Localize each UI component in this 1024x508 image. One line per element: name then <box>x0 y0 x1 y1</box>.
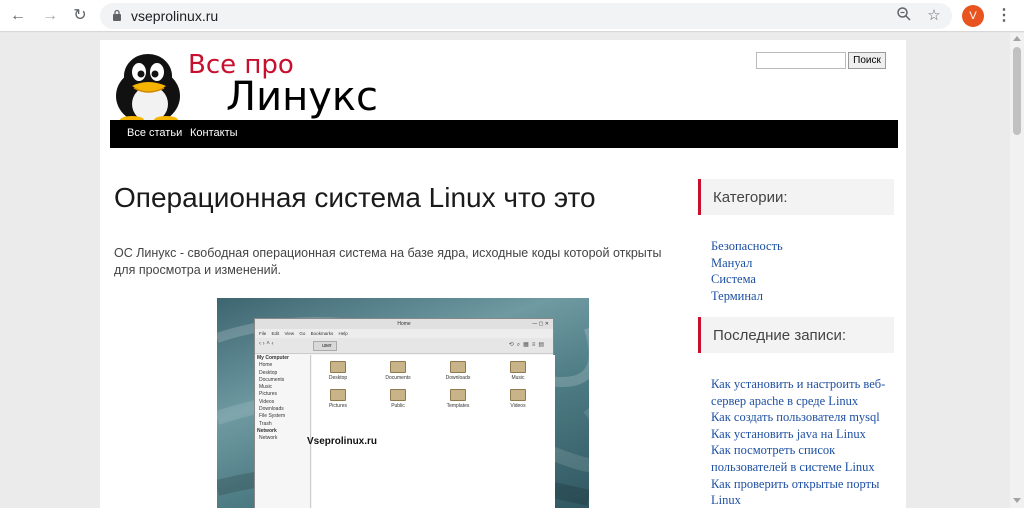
fm-menubar: File Edit View Go Bookmarks Help <box>255 329 553 338</box>
fm-side-item: Downloads <box>259 406 284 413</box>
fm-content: Desktop Documents Downloads Music Pictur… <box>312 355 555 508</box>
fm-side-item: Music <box>259 384 273 391</box>
fm-folder-label: Downloads <box>445 375 471 381</box>
fm-side-item: Network <box>259 435 278 442</box>
search-button[interactable]: Поиск <box>848 52 886 69</box>
post-intro: ОС Линукс - свободная операционная систе… <box>114 246 662 277</box>
fm-side-item: Home <box>259 362 273 369</box>
page-title: Операционная система Linux что это <box>114 182 596 213</box>
fm-view-icons-icon: ⟲⌕▦≡▤ <box>508 342 547 348</box>
browser-toolbar: ← → ↻ vseprolinux.ru ☆ V ⋮ <box>0 0 1024 32</box>
fm-folder-label: Public <box>391 403 405 409</box>
fm-side-item: File System <box>259 413 286 420</box>
fm-folder-item: Documents <box>378 361 418 387</box>
folder-icon <box>330 361 346 373</box>
fm-side-item: Trash <box>259 420 272 427</box>
article-image: Home — ▢ ✕ File Edit View Go Bookmarks H… <box>217 298 589 508</box>
folder-icon <box>450 361 466 373</box>
scrollbar-thumb[interactable] <box>1013 47 1021 135</box>
folder-icon <box>390 361 406 373</box>
fm-side-item: Videos <box>259 398 275 405</box>
category-link-system[interactable]: Система <box>711 271 897 288</box>
fm-folder-label: Templates <box>446 403 470 409</box>
fm-window-title: Home <box>397 321 411 327</box>
back-arrow-icon[interactable]: ← <box>6 4 30 28</box>
recent-posts-list: Как установить и настроить веб-сервер ap… <box>711 376 897 508</box>
vertical-scrollbar[interactable] <box>1010 33 1024 508</box>
recent-post-link[interactable]: Как проверить открытые порты Linux <box>711 476 897 508</box>
url-text: vseprolinux.ru <box>131 8 219 24</box>
fm-side-item: Pictures <box>259 391 278 398</box>
scroll-up-arrow-icon[interactable] <box>1013 36 1021 41</box>
fm-toolbar: ‹ › ˄ ‹ user ⟲⌕▦≡▤ <box>255 338 553 354</box>
category-link-manual[interactable]: Мануал <box>711 255 897 272</box>
recent-post-link[interactable]: Как создать пользователя mysql <box>711 409 897 426</box>
forward-arrow-icon[interactable]: → <box>38 4 62 28</box>
fm-folder-item: Pictures <box>318 389 358 415</box>
fm-side-item: Network <box>257 427 277 434</box>
fm-folder-label: Desktop <box>328 375 348 381</box>
image-watermark: Vseprolinux.ru <box>307 436 378 447</box>
fm-folder-item: Desktop <box>318 361 358 387</box>
fm-nav-arrows-icon: ‹ › ˄ ‹ <box>259 341 274 347</box>
site-page: Все про Линукс Поиск Все статьи Контакты… <box>100 40 906 508</box>
nav-item-all-articles[interactable]: Все статьи <box>127 127 182 139</box>
categories-widget-header: Категории: <box>698 179 894 215</box>
recent-post-link[interactable]: Как установить java на Linux <box>711 426 897 443</box>
folder-icon <box>330 389 346 401</box>
lock-icon <box>113 9 121 21</box>
penguin-logo-icon <box>116 54 180 124</box>
fm-folder-item: Public <box>378 389 418 415</box>
bookmark-star-icon[interactable]: ☆ <box>924 6 944 26</box>
recent-post-link[interactable]: Как посмотреть список пользователей в си… <box>711 442 897 475</box>
categories-title: Категории: <box>713 189 788 206</box>
fm-sidebar: My Computer Home Desktop Documents Music… <box>255 355 311 508</box>
fm-folder-item: Videos <box>498 389 538 415</box>
folder-icon <box>510 389 526 401</box>
categories-list: Безопасность Мануал Система Терминал <box>711 238 897 304</box>
logo-text-line2: Линукс <box>226 74 379 120</box>
file-manager-window: Home — ▢ ✕ File Edit View Go Bookmarks H… <box>254 318 555 508</box>
more-menu-icon[interactable]: ⋮ <box>996 4 1012 28</box>
fm-folder-label: Music <box>511 375 525 381</box>
window-controls-icon: — ▢ ✕ <box>532 321 549 327</box>
recent-post-link[interactable]: Как установить и настроить веб-сервер ap… <box>711 376 897 409</box>
scroll-down-arrow-icon[interactable] <box>1013 498 1021 503</box>
fm-folder-label: Documents <box>385 375 411 381</box>
fm-folder-label: Videos <box>510 403 526 409</box>
fm-folder-item: Downloads <box>438 361 478 387</box>
search-input[interactable] <box>756 52 846 69</box>
folder-icon <box>390 389 406 401</box>
recent-posts-title: Последние записи: <box>713 327 847 344</box>
folder-icon <box>450 389 466 401</box>
fm-side-item: Documents <box>259 376 285 383</box>
fm-titlebar: Home — ▢ ✕ <box>255 319 553 329</box>
fm-side-item: My Computer <box>257 355 289 361</box>
main-navigation: Все статьи Контакты <box>110 120 898 148</box>
category-link-terminal[interactable]: Терминал <box>711 288 897 305</box>
fm-side-item: Desktop <box>259 369 278 376</box>
site-logo[interactable]: Все про Линукс <box>110 50 390 130</box>
page-viewport: Все про Линукс Поиск Все статьи Контакты… <box>0 33 1010 508</box>
fm-folder-label: Pictures <box>328 403 348 409</box>
fm-folder-item: Music <box>498 361 538 387</box>
reload-icon[interactable]: ↻ <box>68 4 92 28</box>
category-link-security[interactable]: Безопасность <box>711 238 897 255</box>
fm-path-button: user <box>313 341 337 351</box>
address-bar[interactable]: vseprolinux.ru ☆ <box>100 3 952 29</box>
avatar[interactable]: V <box>962 5 984 27</box>
folder-icon <box>510 361 526 373</box>
fm-folder-item: Templates <box>438 389 478 415</box>
zoom-icon[interactable] <box>894 6 914 26</box>
recent-posts-widget-header: Последние записи: <box>698 317 894 353</box>
nav-item-contacts[interactable]: Контакты <box>190 127 238 139</box>
